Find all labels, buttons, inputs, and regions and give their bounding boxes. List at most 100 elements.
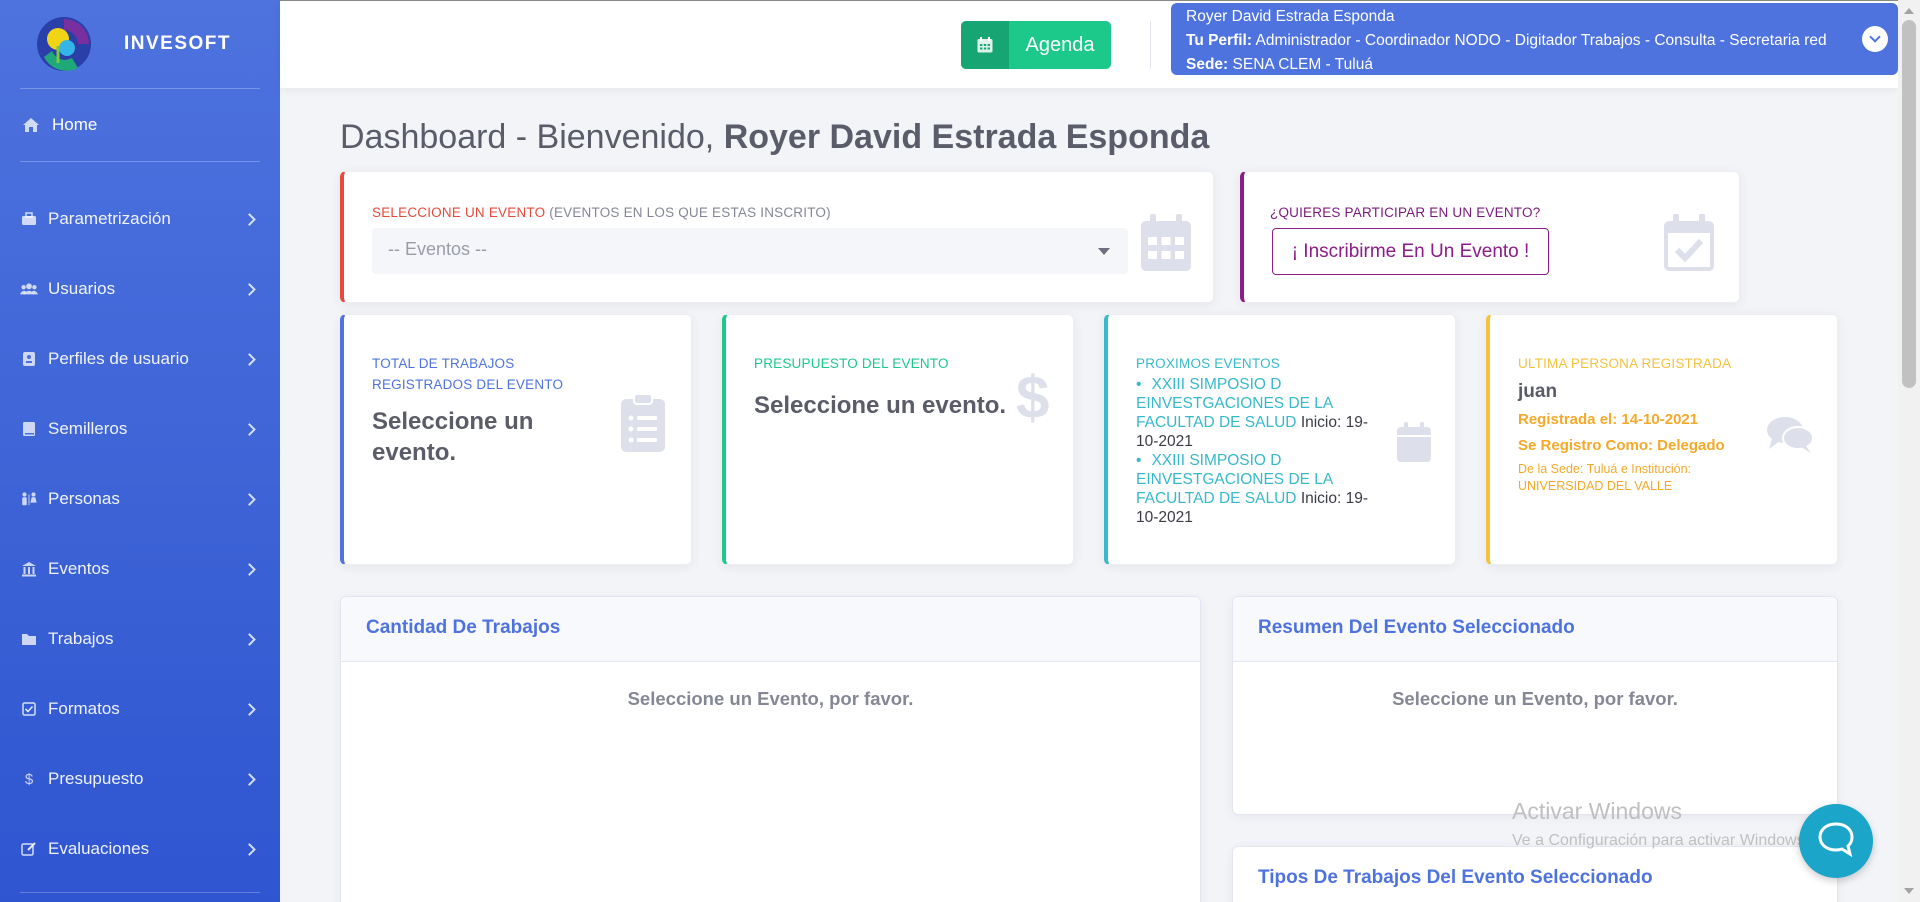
sidebar-item-label: Perfiles de usuario — [48, 349, 189, 368]
topbar: Agenda Royer David Estrada Esponda Tu Pe… — [280, 0, 1898, 88]
proximos-eventos-card: PROXIMOS EVENTOS • XXIII SIMPOSIO D EINVE… — [1104, 314, 1456, 565]
chevron-right-icon — [243, 352, 256, 366]
agenda-button[interactable]: Agenda — [961, 21, 1111, 69]
list-item[interactable]: • XXIII SIMPOSIO D EINVESTGACIONES DE LA … — [1136, 375, 1386, 451]
sidebar-item-label: Trabajos — [48, 629, 114, 648]
sidebar-item-presupuesto[interactable]: $ Presupuesto — [0, 744, 280, 814]
panel-empty-message: Seleccione un Evento, por favor. — [1392, 688, 1678, 709]
chevron-down-icon[interactable] — [1862, 26, 1888, 52]
stat-label: TOTAL DE TRABAJOS REGISTRADOS DEL EVENTO — [372, 356, 564, 392]
comments-icon — [1766, 415, 1814, 460]
chevron-right-icon — [243, 422, 256, 436]
sidebar-item-label: Formatos — [48, 699, 120, 718]
sidebar-home-label: Home — [52, 115, 98, 134]
sidebar-item-trabajos[interactable]: Trabajos — [0, 604, 280, 674]
sidebar-item-label: Parametrización — [48, 209, 171, 228]
chevron-right-icon — [243, 492, 256, 506]
panel-title: Tipos De Trabajos Del Evento Seleccionad… — [1233, 847, 1837, 902]
chevron-right-icon — [243, 632, 256, 646]
windows-activation-watermark: Activar Windows Ve a Configuración para … — [1512, 798, 1810, 849]
tipos-trabajos-panel: Tipos De Trabajos Del Evento Seleccionad… — [1232, 846, 1838, 902]
sidebar-item-label: Personas — [48, 489, 120, 508]
list-item[interactable]: • XXIII SIMPOSIO D EINVESTGACIONES DE LA … — [1136, 451, 1386, 527]
panel-empty-message: Seleccione un Evento, por favor. — [627, 688, 914, 709]
sidebar-item-parametrizacion[interactable]: Parametrización — [0, 184, 280, 254]
sidebar-item-label: Presupuesto — [48, 769, 144, 788]
university-icon — [20, 561, 38, 577]
dollar-icon: $ — [1016, 364, 1050, 431]
register-event-button[interactable]: ¡ Inscribirme En Un Evento ! — [1272, 228, 1549, 275]
sidebar-item-semilleros[interactable]: Semilleros — [0, 394, 280, 464]
chat-button[interactable] — [1799, 804, 1873, 878]
people-icon — [20, 491, 38, 507]
sidebar-item-perfiles[interactable]: Perfiles de usuario — [0, 324, 280, 394]
user-sede: Sede: SENA CLEM - Tuluá — [1186, 56, 1373, 73]
home-icon — [22, 117, 40, 133]
chevron-right-icon — [243, 282, 256, 296]
sidebar-item-formatos[interactable]: Formatos — [0, 674, 280, 744]
topbar-divider — [1150, 21, 1151, 69]
users-icon — [20, 281, 38, 297]
clipboard-list-icon — [620, 393, 666, 458]
stat-label: PRESUPUESTO DEL EVENTO — [754, 356, 949, 371]
last-person-role: Se Registro Como: Delegado — [1518, 437, 1725, 454]
chevron-right-icon — [243, 772, 256, 786]
page-title: Dashboard - Bienvenido, Royer David Estr… — [340, 118, 1210, 156]
folder-icon — [20, 631, 38, 647]
event-select[interactable]: -- Eventos -- — [372, 228, 1128, 274]
sidebar-item-label: Eventos — [48, 559, 110, 578]
panel-title: Cantidad De Trabajos — [341, 597, 1200, 662]
last-person-sede: De la Sede: Tuluá e Institución: UNIVERS… — [1518, 462, 1692, 493]
sidebar: INVESOFT Home Parametrización Usuarios P… — [0, 0, 280, 902]
chevron-down-icon — [1098, 248, 1110, 255]
chevron-right-icon — [243, 562, 256, 576]
ultima-persona-card: ULTIMA PERSONA REGISTRADA juan Registrad… — [1486, 314, 1838, 565]
book-icon — [20, 421, 38, 437]
chevron-right-icon — [243, 842, 256, 856]
user-info-dropdown[interactable]: Royer David Estrada Esponda Tu Perfil: A… — [1171, 3, 1898, 75]
user-name: Royer David Estrada Esponda — [1186, 8, 1395, 25]
chevron-right-icon — [243, 212, 256, 226]
toolbox-icon — [20, 211, 38, 227]
stat-value: Seleccione un evento. — [372, 408, 534, 466]
dollar-icon: $ — [24, 770, 34, 788]
sidebar-item-eventos[interactable]: Eventos — [0, 534, 280, 604]
user-perfil: Tu Perfil: Administrador - Coordinador N… — [1186, 32, 1827, 49]
sidebar-item-personas[interactable]: Personas — [0, 464, 280, 534]
calendar-icon — [961, 21, 1009, 69]
brand-name: INVESOFT — [124, 33, 232, 54]
scroll-up-arrow[interactable] — [1904, 8, 1914, 14]
presupuesto-card: PRESUPUESTO DEL EVENTO Seleccione un eve… — [722, 314, 1074, 565]
sidebar-item-label: Usuarios — [48, 279, 116, 298]
sidebar-divider — [20, 892, 260, 893]
stat-label: PROXIMOS EVENTOS — [1136, 356, 1280, 371]
event-select-label: SELECCIONE UN EVENTO (EVENTOS EN LOS QUE… — [372, 205, 831, 220]
stat-label: ULTIMA PERSONA REGISTRADA — [1518, 356, 1732, 371]
sidebar-item-usuarios[interactable]: Usuarios — [0, 254, 280, 324]
calendar-icon — [1139, 213, 1193, 278]
participate-card: ¿QUIERES PARTICIPAR EN UN EVENTO? ¡ Insc… — [1240, 171, 1740, 303]
id-card-icon — [20, 351, 38, 367]
sidebar-item-evaluaciones[interactable]: Evaluaciones — [0, 814, 280, 884]
resumen-evento-panel: Resumen Del Evento Seleccionado Seleccio… — [1232, 596, 1838, 815]
check-square-icon — [20, 701, 38, 717]
total-trabajos-card: TOTAL DE TRABAJOS REGISTRADOS DEL EVENTO… — [340, 314, 692, 565]
participate-label: ¿QUIERES PARTICIPAR EN UN EVENTO? — [1270, 205, 1541, 220]
stat-value: Seleccione un evento. — [754, 392, 1007, 419]
invesoft-logo — [34, 13, 92, 75]
panel-title: Resumen Del Evento Seleccionado — [1233, 597, 1837, 662]
scroll-thumb[interactable] — [1902, 20, 1916, 388]
scroll-down-arrow[interactable] — [1904, 888, 1914, 894]
sidebar-item-home[interactable]: Home — [0, 89, 280, 161]
calendar-icon — [1396, 421, 1432, 468]
chat-bubble-icon — [1817, 821, 1855, 862]
brand[interactable]: INVESOFT — [0, 0, 280, 88]
chevron-right-icon — [243, 702, 256, 716]
cantidad-trabajos-panel: Cantidad De Trabajos Seleccione un Event… — [340, 596, 1201, 902]
page-scrollbar[interactable] — [1898, 0, 1920, 902]
edit-icon — [20, 841, 38, 857]
event-select-card: SELECCIONE UN EVENTO (EVENTOS EN LOS QUE… — [340, 171, 1214, 303]
sidebar-item-label: Semilleros — [48, 419, 128, 438]
agenda-label: Agenda — [1025, 33, 1095, 56]
last-person-name: juan — [1518, 381, 1558, 402]
